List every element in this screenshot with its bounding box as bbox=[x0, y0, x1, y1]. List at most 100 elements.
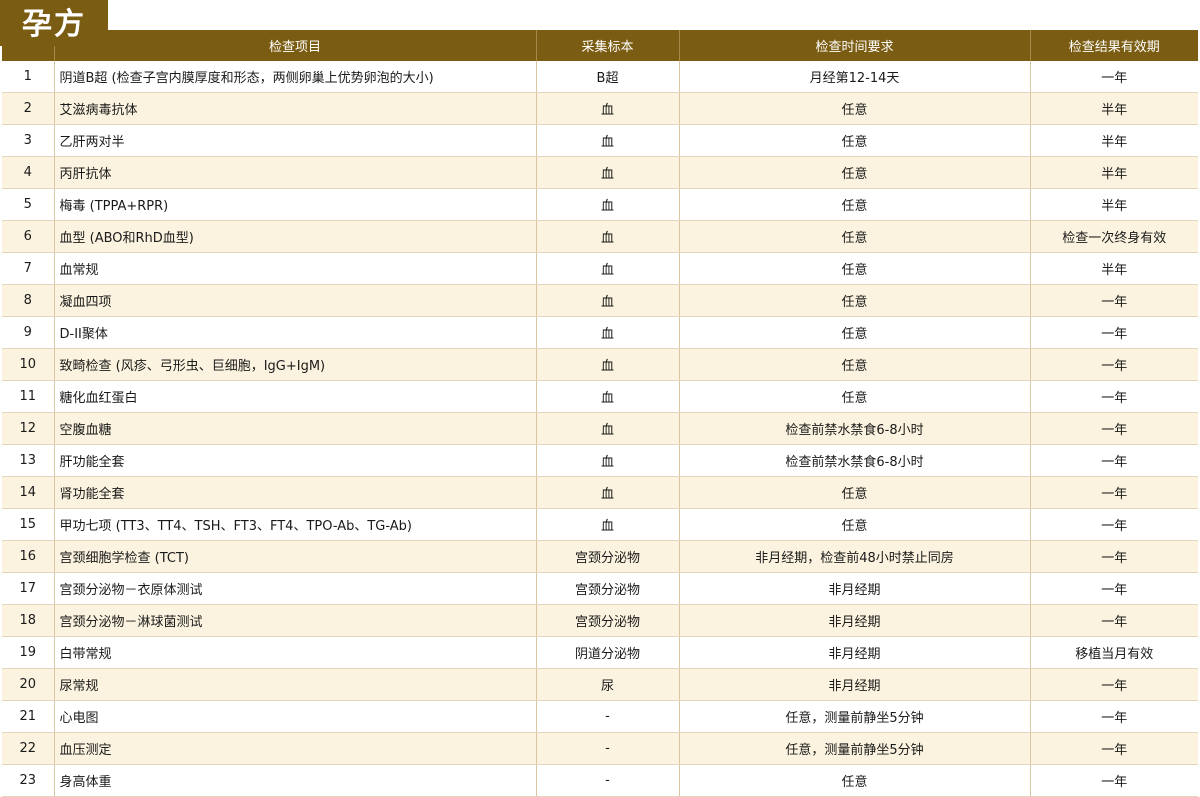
row-number: 4 bbox=[2, 156, 55, 189]
row-validity: 一年 bbox=[1030, 764, 1198, 797]
table-row: 5 梅毒 (TPPA+RPR) 血任意 半年 bbox=[2, 188, 1198, 221]
row-item: 肾功能全套 bbox=[54, 476, 537, 509]
row-time: 任意 bbox=[679, 508, 1031, 541]
row-sample: 阴道分泌物 bbox=[536, 636, 680, 669]
row-time: 检查前禁水禁食6-8小时 bbox=[679, 412, 1031, 445]
row-sample: 血 bbox=[536, 124, 680, 157]
row-time: 非月经期 bbox=[679, 572, 1031, 605]
table-row: 15 甲功七项 (TT3、TT4、TSH、FT3、FT4、TPO-Ab、TG-Ab… bbox=[2, 508, 1198, 541]
row-sample: 血 bbox=[536, 92, 680, 125]
row-time: 任意 bbox=[679, 124, 1031, 157]
table-row: 11 糖化血红蛋白血任意 一年 bbox=[2, 380, 1198, 413]
table-header: 检查项目 采集标本 检查时间要求 检查结果有效期 bbox=[2, 30, 1198, 61]
row-time: 任意，测量前静坐5分钟 bbox=[679, 732, 1031, 765]
row-item: 糖化血红蛋白 bbox=[54, 380, 537, 413]
row-number: 17 bbox=[2, 572, 55, 605]
row-number: 7 bbox=[2, 252, 55, 285]
row-time: 任意 bbox=[679, 476, 1031, 509]
table-row: 18 宫颈分泌物－淋球菌测试 宫颈分泌物 非月经期 一年 bbox=[2, 604, 1198, 637]
row-item: 空腹血糖 bbox=[54, 412, 537, 445]
row-sample: - bbox=[536, 764, 680, 797]
row-time: 任意 bbox=[679, 380, 1031, 413]
row-time: 非月经期，检查前48小时禁止同房 bbox=[679, 540, 1031, 573]
row-time: 任意 bbox=[679, 188, 1031, 221]
row-item: 宫颈细胞学检查 (TCT) bbox=[54, 540, 537, 573]
page-title: 孕方 bbox=[0, 0, 108, 46]
row-sample: 宫颈分泌物 bbox=[536, 572, 680, 605]
row-sample: 血 bbox=[536, 188, 680, 221]
row-item: 心电图 bbox=[54, 700, 537, 733]
row-item: 身高体重 bbox=[54, 764, 537, 797]
header-validity: 检查结果有效期 bbox=[1030, 30, 1198, 61]
table-row: 21 心电图 - 任意，测量前静坐5分钟 一年 bbox=[2, 700, 1198, 733]
row-sample: 血 bbox=[536, 380, 680, 413]
row-time: 检查前禁水禁食6-8小时 bbox=[679, 444, 1031, 477]
table-row: 23 身高体重 - 任意 一年 bbox=[2, 764, 1198, 797]
table-row: 13 肝功能全套血检查前禁水禁食6-8小时 一年 bbox=[2, 444, 1198, 477]
row-sample: 血 bbox=[536, 284, 680, 317]
row-validity: 一年 bbox=[1030, 668, 1198, 701]
header-sample: 采集标本 bbox=[536, 30, 680, 61]
row-validity: 半年 bbox=[1030, 188, 1198, 221]
row-sample: 宫颈分泌物 bbox=[536, 540, 680, 573]
row-sample: 尿 bbox=[536, 668, 680, 701]
row-number: 18 bbox=[2, 604, 55, 637]
row-sample: - bbox=[536, 700, 680, 733]
row-item: 宫颈分泌物－淋球菌测试 bbox=[54, 604, 537, 637]
row-validity: 半年 bbox=[1030, 252, 1198, 285]
row-validity: 一年 bbox=[1030, 732, 1198, 765]
row-number: 3 bbox=[2, 124, 55, 157]
row-sample: 血 bbox=[536, 316, 680, 349]
row-sample: B超 bbox=[536, 61, 680, 93]
row-item: 凝血四项 bbox=[54, 284, 537, 317]
row-number: 13 bbox=[2, 444, 55, 477]
row-sample: 血 bbox=[536, 252, 680, 285]
row-sample: 血 bbox=[536, 508, 680, 541]
table-row: 1 阴道B超 (检查子宫内膜厚度和形态，两侧卵巢上优势卵泡的大小) B超 月经第12-… bbox=[2, 61, 1198, 93]
row-time: 任意 bbox=[679, 220, 1031, 253]
table-row: 14 肾功能全套血任意 一年 bbox=[2, 476, 1198, 509]
row-validity: 半年 bbox=[1030, 124, 1198, 157]
row-item: D-II聚体 bbox=[54, 316, 537, 349]
row-sample: 血 bbox=[536, 476, 680, 509]
row-validity: 一年 bbox=[1030, 572, 1198, 605]
row-validity: 一年 bbox=[1030, 540, 1198, 573]
row-validity: 一年 bbox=[1030, 348, 1198, 381]
row-item: 白带常规 bbox=[54, 636, 537, 669]
row-item: 血型 (ABO和RhD血型) bbox=[54, 220, 537, 253]
row-validity: 半年 bbox=[1030, 156, 1198, 189]
table-row: 8 凝血四项血任意 一年 bbox=[2, 284, 1198, 317]
row-sample: 血 bbox=[536, 412, 680, 445]
table-row: 20 尿常规尿非月经期 一年 bbox=[2, 668, 1198, 701]
row-validity: 一年 bbox=[1030, 700, 1198, 733]
row-validity: 一年 bbox=[1030, 316, 1198, 349]
row-item: 宫颈分泌物－衣原体测试 bbox=[54, 572, 537, 605]
header-item: 检查项目 bbox=[54, 30, 537, 61]
row-item: 阴道B超 (检查子宫内膜厚度和形态，两侧卵巢上优势卵泡的大小) bbox=[54, 61, 537, 93]
row-number: 16 bbox=[2, 540, 55, 573]
row-sample: 血 bbox=[536, 444, 680, 477]
row-validity: 移植当月有效 bbox=[1030, 636, 1198, 669]
row-sample: 宫颈分泌物 bbox=[536, 604, 680, 637]
row-sample: 血 bbox=[536, 156, 680, 189]
row-number: 14 bbox=[2, 476, 55, 509]
row-validity: 一年 bbox=[1030, 476, 1198, 509]
table-row: 10 致畸检查 (风疹、弓形虫、巨细胞，IgG+IgM) 血任意 一年 bbox=[2, 348, 1198, 381]
row-time: 任意 bbox=[679, 316, 1031, 349]
row-sample: - bbox=[536, 732, 680, 765]
table-row: 19 白带常规 阴道分泌物 非月经期 移植当月有效 bbox=[2, 636, 1198, 669]
row-item: 乙肝两对半 bbox=[54, 124, 537, 157]
table-row: 17 宫颈分泌物－衣原体测试 宫颈分泌物 非月经期 一年 bbox=[2, 572, 1198, 605]
row-number: 20 bbox=[2, 668, 55, 701]
row-time: 非月经期 bbox=[679, 604, 1031, 637]
row-number: 2 bbox=[2, 92, 55, 125]
row-time: 任意 bbox=[679, 764, 1031, 797]
row-item: 致畸检查 (风疹、弓形虫、巨细胞，IgG+IgM) bbox=[54, 348, 537, 381]
row-item: 血压测定 bbox=[54, 732, 537, 765]
header-time: 检查时间要求 bbox=[679, 30, 1031, 61]
row-time: 任意 bbox=[679, 252, 1031, 285]
row-number: 22 bbox=[2, 732, 55, 765]
row-number: 21 bbox=[2, 700, 55, 733]
table-row: 6 血型 (ABO和RhD血型) 血任意 检查一次终身有效 bbox=[2, 220, 1198, 253]
table-row: 9 D-II聚体血任意 一年 bbox=[2, 316, 1198, 349]
